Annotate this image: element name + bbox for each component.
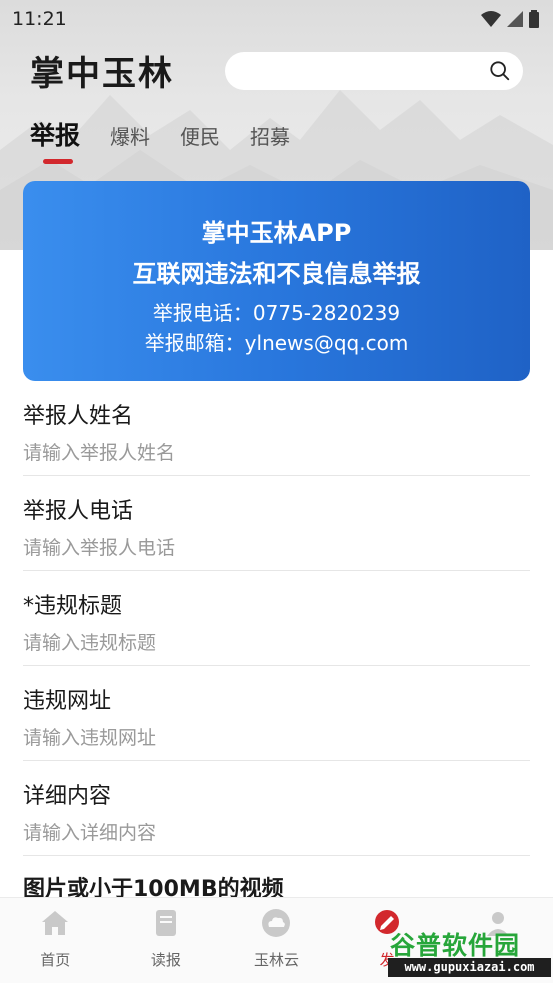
- form-field-details: 详细内容: [23, 761, 530, 856]
- nav-item-newspaper[interactable]: 读报: [111, 898, 222, 983]
- report-form: 举报人姓名 举报人电话 *违规标题 违规网址 详细内容: [23, 381, 530, 856]
- nav-label: 读报: [150, 951, 181, 969]
- app-logo: 掌中玉林: [30, 50, 174, 94]
- reporter-phone-input[interactable]: [23, 533, 503, 563]
- status-bar: 11:21: [0, 0, 553, 38]
- tab-report[interactable]: 举报: [30, 116, 80, 152]
- field-label: 详细内容: [23, 784, 112, 809]
- watermark-title: 谷普软件园: [390, 931, 521, 960]
- nav-item-cloud[interactable]: 玉林云: [221, 898, 332, 983]
- banner-email: 举报邮箱：ylnews@qq.com: [144, 331, 409, 355]
- status-time: 11:21: [12, 8, 67, 30]
- form-field-violation-url: 违规网址: [23, 666, 530, 761]
- site-watermark: 谷普软件园 www.gupuxiazai.com: [388, 924, 551, 979]
- field-label: 违规网址: [23, 689, 112, 714]
- tab-convenience[interactable]: 便民: [180, 121, 220, 150]
- reporter-name-input[interactable]: [23, 438, 503, 468]
- banner-phone: 举报电话：0775-2820239: [152, 301, 401, 325]
- newspaper-icon: [155, 910, 176, 936]
- search-bar[interactable]: [225, 52, 523, 90]
- nav-label: 玉林云: [253, 951, 299, 969]
- watermark-url: www.gupuxiazai.com: [388, 958, 551, 977]
- nav-label: 首页: [40, 951, 71, 969]
- field-label: 举报人姓名: [23, 404, 134, 429]
- nav-item-home[interactable]: 首页: [0, 898, 111, 983]
- home-icon: [42, 911, 69, 935]
- violation-url-input[interactable]: [23, 723, 503, 753]
- tab-recruit[interactable]: 招募: [250, 121, 290, 150]
- form-field-reporter-name: 举报人姓名: [23, 381, 530, 476]
- violation-title-input[interactable]: [23, 628, 503, 658]
- search-input[interactable]: [239, 52, 479, 90]
- search-icon[interactable]: [489, 60, 511, 82]
- banner-app-name: 掌中玉林APP: [201, 219, 352, 247]
- wifi-icon: [481, 11, 501, 27]
- signal-icon: [507, 11, 523, 27]
- active-tab-indicator: [43, 159, 73, 164]
- field-label: 举报人电话: [23, 499, 134, 524]
- battery-icon: [529, 10, 539, 28]
- details-input[interactable]: [23, 818, 503, 848]
- report-info-banner: 掌中玉林APP 互联网违法和不良信息举报 举报电话：0775-2820239 举…: [23, 181, 530, 381]
- field-label: *违规标题: [23, 594, 123, 619]
- form-field-reporter-phone: 举报人电话: [23, 476, 530, 571]
- status-icons: [481, 10, 539, 28]
- category-tabs: 举报 爆料 便民 招募: [30, 116, 320, 152]
- form-field-violation-title: *违规标题: [23, 571, 530, 666]
- banner-title: 互联网违法和不良信息举报: [132, 260, 421, 288]
- tab-breaking-news[interactable]: 爆料: [110, 121, 150, 150]
- app-logo-text: 掌中玉林: [30, 53, 174, 94]
- cloud-icon: [262, 909, 291, 937]
